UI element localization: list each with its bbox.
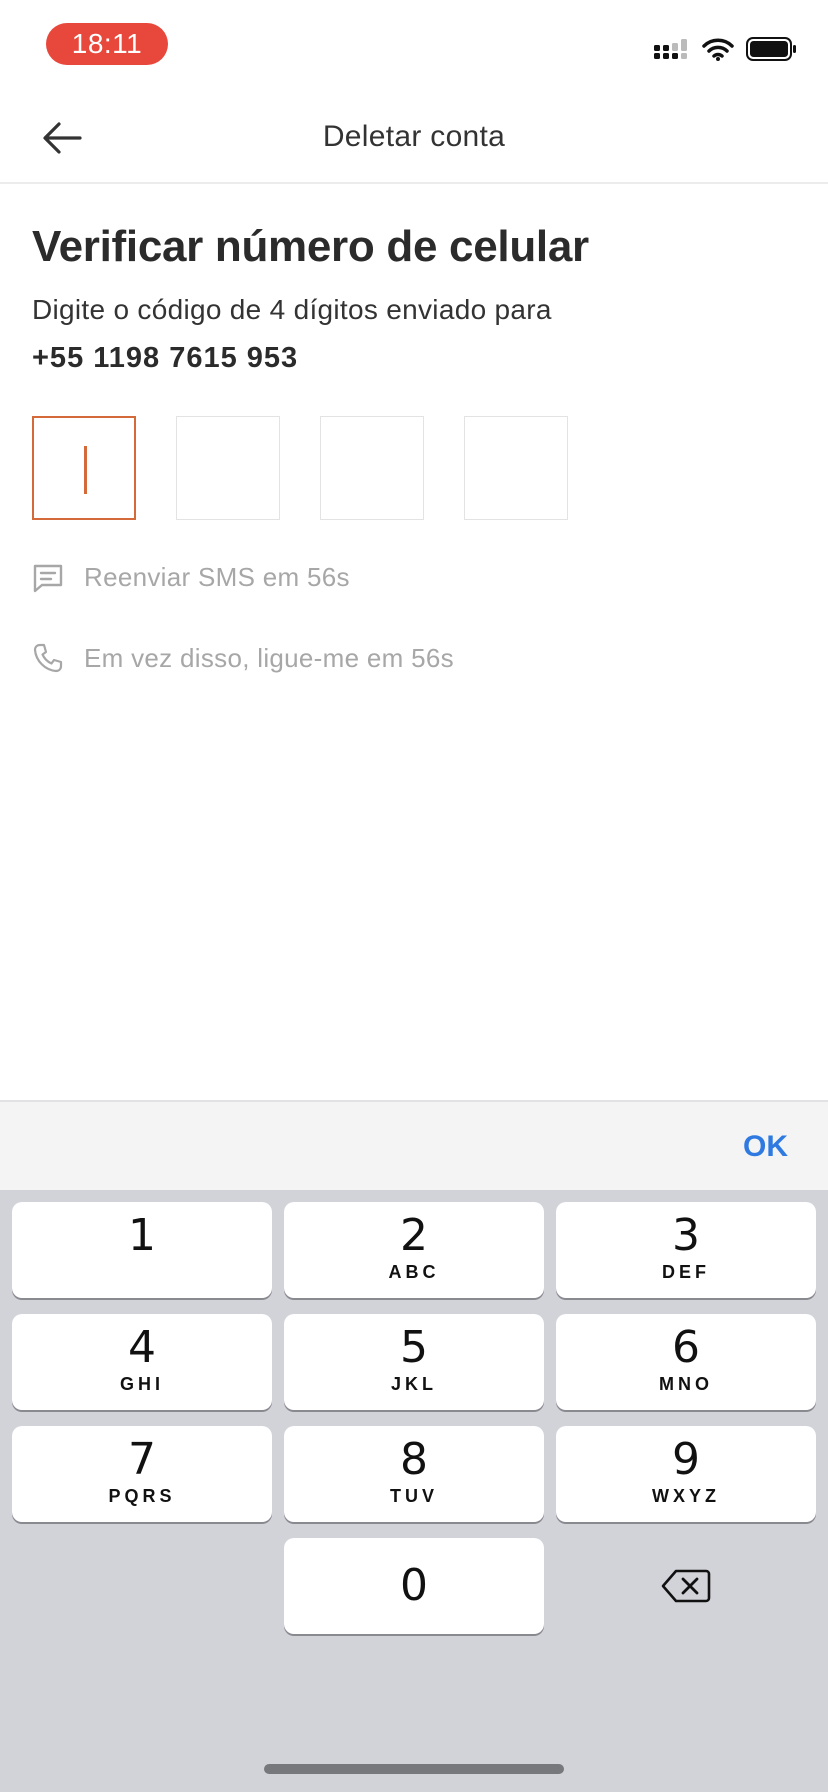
key-0[interactable]: 0 [284,1538,544,1634]
code-digit-4[interactable] [464,416,568,520]
key-digit: 2 [400,1210,428,1261]
wifi-icon [702,38,734,61]
key-2[interactable]: 2 ABC [284,1202,544,1298]
key-letters: DEF [662,1262,710,1282]
key-letters: JKL [390,1374,437,1394]
key-digit: 8 [400,1434,428,1485]
key-7[interactable]: 7 PQRS [12,1426,272,1522]
call-me-option[interactable]: Em vez disso, ligue-me em 56s [32,642,454,674]
backspace-icon [661,1569,711,1603]
key-6[interactable]: 6 MNO [556,1314,816,1410]
code-digit-2[interactable] [176,416,280,520]
code-digit-3[interactable] [320,416,424,520]
code-digit-1[interactable] [32,416,136,520]
key-digit: 1 [128,1210,156,1261]
key-1[interactable]: 1 [12,1202,272,1298]
phone-number: +55 1198 7615 953 [32,342,299,374]
key-8[interactable]: 8 TUV [284,1426,544,1522]
cellular-signal-icon [654,39,687,59]
instruction-text: Digite o código de 4 dígitos enviado par… [32,294,552,325]
key-digit: 7 [128,1434,156,1485]
numeric-keypad: 1 2 ABC 3 DEF 4 GHI 5 JKL 6 MNO 7 PQRS 8… [0,1190,828,1792]
key-4[interactable]: 4 GHI [12,1314,272,1410]
message-icon [33,564,63,592]
text-cursor [84,446,87,494]
key-letters: MNO [659,1374,713,1394]
key-letters: GHI [119,1374,164,1394]
status-time: 18:11 [46,23,168,65]
key-digit: 9 [672,1434,700,1485]
resend-sms-option[interactable]: Reenviar SMS em 56s [32,562,350,593]
key-letters: TUV [390,1486,438,1506]
phone-icon [33,643,63,673]
keyboard-toolbar: OK [0,1100,828,1190]
key-digit: 0 [400,1560,428,1611]
key-5[interactable]: 5 JKL [284,1314,544,1410]
key-9[interactable]: 9 WXYZ [556,1426,816,1522]
status-icons [654,34,798,64]
key-3[interactable]: 3 DEF [556,1202,816,1298]
home-indicator [264,1764,564,1774]
nav-bar: Deletar conta [0,92,828,184]
key-letters: PQRS [108,1486,176,1506]
key-letters: ABC [388,1262,440,1282]
key-digit: 4 [128,1322,156,1373]
page-title: Verificar número de celular [32,222,589,271]
ok-button[interactable]: OK [743,1130,788,1164]
resend-sms-label: Reenviar SMS em 56s [84,562,350,592]
battery-icon [746,37,796,61]
key-letters: WXYZ [652,1486,720,1506]
delete-key[interactable] [556,1538,816,1634]
call-me-label: Em vez disso, ligue-me em 56s [84,642,454,673]
key-digit: 3 [672,1210,700,1261]
key-digit: 6 [672,1322,700,1373]
code-input-group [32,416,568,520]
key-digit: 5 [400,1322,428,1373]
nav-title: Deletar conta [322,120,506,153]
status-bar: 18:11 [0,0,828,92]
